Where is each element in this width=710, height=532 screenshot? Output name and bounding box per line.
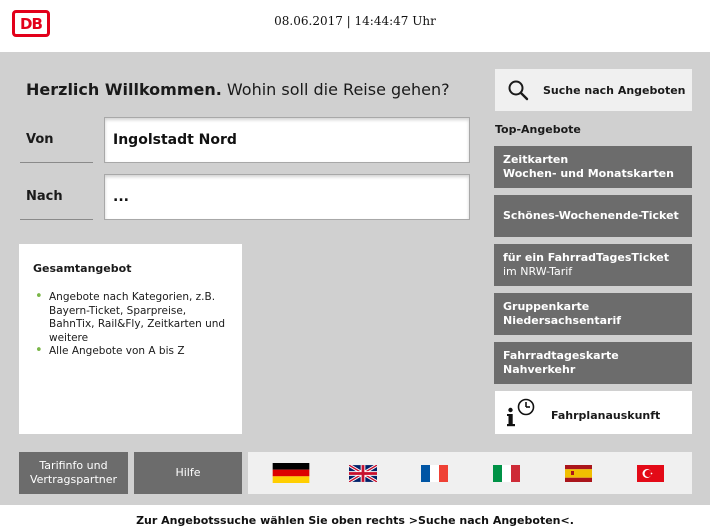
list-item: Angebote nach Kategorien, z.B. Bayern-Ti… xyxy=(33,290,228,345)
hilfe-button[interactable]: Hilfe xyxy=(134,452,242,494)
list-item: Alle Angebote von A bis Z xyxy=(33,344,228,359)
offer-line2: im NRW-Tarif xyxy=(503,265,573,278)
offer-line2: Niedersachsentarif xyxy=(503,314,622,327)
offer-line1: Fahrradtageskarte Nahverkehr xyxy=(503,349,619,376)
von-label: Von xyxy=(20,116,93,163)
spanish-flag-icon[interactable] xyxy=(565,465,592,482)
tarifinfo-label: Tarifinfo und Vertragspartner xyxy=(30,459,117,487)
offer-line1: für ein FahrradTagesTicket xyxy=(503,251,669,264)
gesamtangebot-title: Gesamtangebot xyxy=(33,262,132,275)
german-flag-icon[interactable] xyxy=(269,463,313,483)
tarifinfo-line1: Tarifinfo und xyxy=(39,459,108,472)
offer-line2: Wochen- und Monatskarten xyxy=(503,167,674,180)
offer-line1: Gruppenkarte xyxy=(503,300,590,313)
von-input[interactable]: Ingolstadt Nord xyxy=(104,117,470,163)
info-clock-icon xyxy=(507,398,535,426)
offer-zeitkarten-button[interactable]: Zeitkarten Wochen- und Monatskarten xyxy=(494,146,692,188)
gesamtangebot-list: Angebote nach Kategorien, z.B. Bayern-Ti… xyxy=(33,290,228,359)
italian-flag-icon[interactable] xyxy=(493,465,520,482)
main-panel: Herzlich Willkommen. Wohin soll die Reis… xyxy=(0,52,710,505)
offer-fahrradtageskarte-button[interactable]: Fahrradtageskarte Nahverkehr xyxy=(494,342,692,384)
offer-wochenende-ticket-button[interactable]: Schönes-Wochenende-Ticket xyxy=(494,195,692,237)
offer-line1: Schönes-Wochenende-Ticket xyxy=(503,209,679,222)
top-offers-title: Top-Angebote xyxy=(495,123,581,136)
nach-input[interactable]: ... xyxy=(104,174,470,220)
offer-gruppenkarte-button[interactable]: Gruppenkarte Niedersachsentarif xyxy=(494,293,692,335)
french-flag-icon[interactable] xyxy=(421,465,448,482)
search-offers-button[interactable]: Suche nach Angeboten xyxy=(495,69,692,111)
search-offers-label: Suche nach Angeboten xyxy=(543,83,686,97)
tarifinfo-line2: Vertragspartner xyxy=(29,473,118,486)
offer-line1: Zeitkarten xyxy=(503,153,569,166)
tarifinfo-button[interactable]: Tarifinfo und Vertragspartner xyxy=(19,452,128,494)
offer-fahrradtagesticket-button[interactable]: für ein FahrradTagesTicket im NRW-Tarif xyxy=(494,244,692,286)
welcome-text: Herzlich Willkommen. xyxy=(26,80,222,99)
fahrplanauskunft-label: Fahrplanauskunft xyxy=(551,409,661,422)
footer-hint: Zur Angebotssuche wählen Sie oben rechts… xyxy=(136,514,574,527)
page-title: Herzlich Willkommen. Wohin soll die Reis… xyxy=(26,80,450,99)
top-bar: DB 08.06.2017 | 14:44:47 Uhr xyxy=(0,0,710,52)
datetime-display: 08.06.2017 | 14:44:47 Uhr xyxy=(274,14,436,28)
language-bar xyxy=(248,452,692,494)
gesamtangebot-panel[interactable]: Gesamtangebot Angebote nach Kategorien, … xyxy=(19,244,242,434)
uk-flag-icon[interactable] xyxy=(349,465,377,482)
question-text: Wohin soll die Reise gehen? xyxy=(226,80,450,99)
search-icon xyxy=(508,80,529,101)
turkish-flag-icon[interactable] xyxy=(637,465,664,482)
nach-label: Nach xyxy=(20,173,93,220)
fahrplanauskunft-button[interactable]: Fahrplanauskunft xyxy=(495,391,692,434)
